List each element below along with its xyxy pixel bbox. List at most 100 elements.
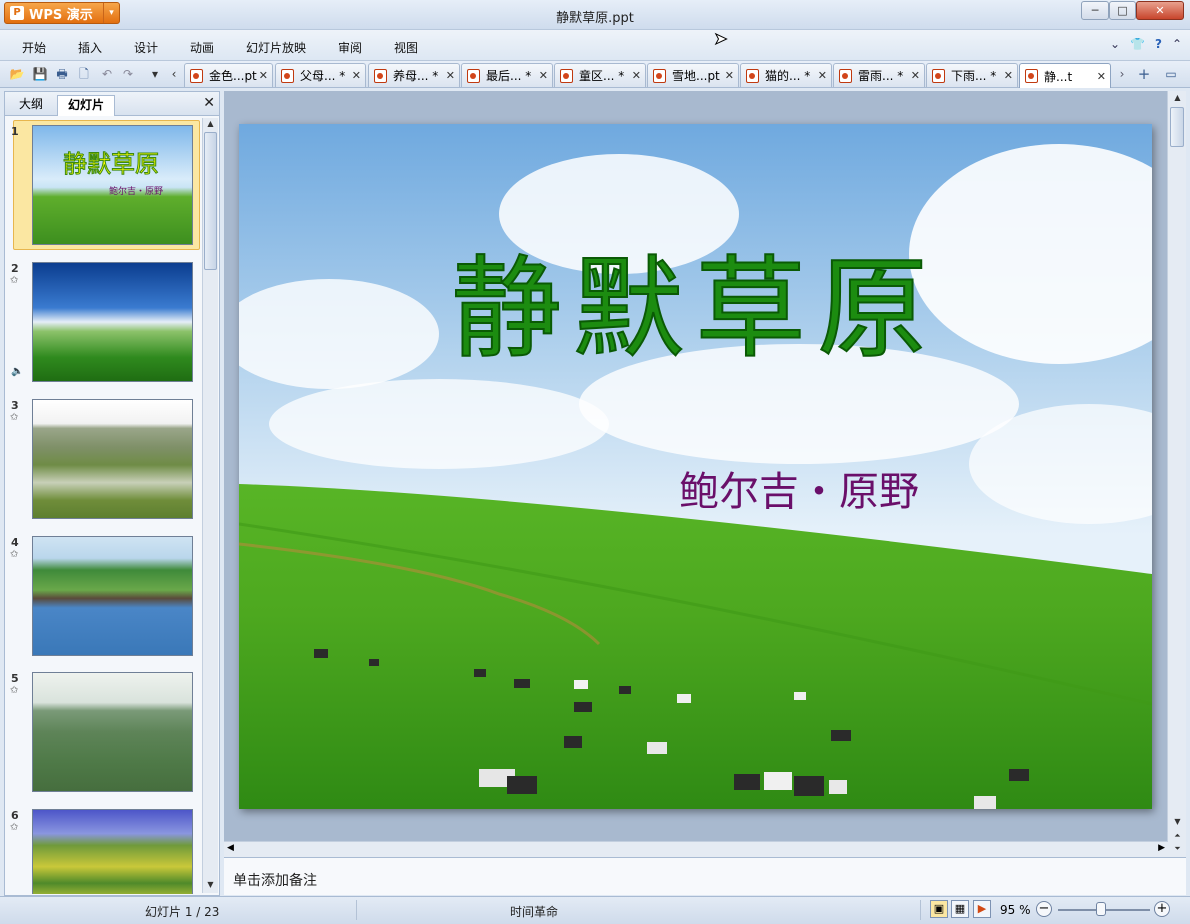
slide-thumb-image xyxy=(32,536,193,656)
slide-thumbnail-4[interactable]: 4 ✩ xyxy=(5,536,201,658)
redo-icon[interactable]: ↷ xyxy=(120,66,136,82)
menu-slideshow[interactable]: 幻灯片放映 xyxy=(246,39,306,56)
close-tab-icon[interactable]: ✕ xyxy=(725,69,734,82)
panel-tabs: 大纲 幻灯片 ✕ xyxy=(5,92,219,116)
minimize-button[interactable]: ─ xyxy=(1081,1,1109,20)
scrollbar-thumb[interactable] xyxy=(1170,107,1184,147)
doc-tab[interactable]: 最后... * ✕ xyxy=(461,63,553,87)
doc-tab-label: 猫的... * xyxy=(765,69,811,83)
slide-vertical-scrollbar[interactable]: ▲ ▼ ⏶ ⏷ xyxy=(1167,91,1186,857)
zoom-level[interactable]: 95 % xyxy=(1000,903,1031,917)
chevron-down-icon[interactable]: ⌄ xyxy=(1110,37,1120,51)
doc-tab[interactable]: 猫的... * ✕ xyxy=(740,63,832,87)
new-tab-icon[interactable]: + xyxy=(1136,66,1152,82)
document-tab-bar: 📂 💾 🖶 🗋 ↶ ↷ ▾ ‹ 金色...pt ✕ 父母... * ✕ 养母..… xyxy=(0,61,1190,88)
open-folder-icon[interactable]: 📂 xyxy=(9,66,25,82)
slide-thumbnail-1[interactable]: 1 静默草原 鲍尔吉・原野 xyxy=(5,125,201,247)
mouse-cursor-icon: ➤ xyxy=(713,29,728,49)
slide-thumbnail-6[interactable]: 6 ✩ xyxy=(5,809,201,894)
close-tab-icon[interactable]: ✕ xyxy=(446,69,455,82)
normal-view-icon[interactable]: ▣ xyxy=(930,900,948,918)
slide-thumbnail-2[interactable]: 2 ✩ 🔈 xyxy=(5,262,201,384)
ppt-file-icon xyxy=(932,68,945,83)
close-tab-icon[interactable]: ✕ xyxy=(911,69,920,82)
close-tab-icon[interactable]: ✕ xyxy=(818,69,827,82)
slide-edit-area: 静默草原 鲍尔吉・原野 xyxy=(224,91,1186,857)
close-tab-icon[interactable]: ✕ xyxy=(632,69,641,82)
help-icon[interactable]: ? xyxy=(1155,37,1162,51)
doc-tab-label: 下雨... * xyxy=(951,69,997,83)
slideshow-view-icon[interactable]: ▶ xyxy=(973,900,991,918)
slide-thumb-image xyxy=(32,399,193,519)
undo-icon[interactable]: ↶ xyxy=(99,66,115,82)
tab-slides[interactable]: 幻灯片 xyxy=(57,95,115,116)
previous-slide-icon[interactable]: ⏶ xyxy=(1170,831,1185,843)
slide-sorter-view-icon[interactable]: ▦ xyxy=(951,900,969,918)
close-tab-icon[interactable]: ✕ xyxy=(1004,69,1013,82)
tab-scroll-left-icon[interactable]: ‹ xyxy=(166,66,182,82)
close-panel-icon[interactable]: ✕ xyxy=(203,95,215,111)
menu-animation[interactable]: 动画 xyxy=(190,39,214,56)
window-title: 静默草原.ppt xyxy=(556,11,634,26)
slide-horizontal-scrollbar[interactable]: ◀ ▶ xyxy=(224,841,1168,857)
menu-review[interactable]: 审阅 xyxy=(338,39,362,56)
menu-view[interactable]: 视图 xyxy=(394,39,418,56)
zoom-out-icon[interactable]: − xyxy=(1036,901,1052,917)
print-icon[interactable]: 🖶 xyxy=(54,66,70,82)
scroll-down-arrow-icon[interactable]: ▼ xyxy=(1170,817,1185,829)
collapse-ribbon-icon[interactable]: ⌃ xyxy=(1172,37,1182,51)
notes-placeholder[interactable]: 单击添加备注 xyxy=(233,870,317,890)
doc-tab[interactable]: 金色...pt ✕ xyxy=(184,63,273,87)
notes-pane[interactable]: 单击添加备注 xyxy=(224,857,1186,895)
slide-thumbnail-3[interactable]: 3 ✩ xyxy=(5,399,201,521)
doc-tab[interactable]: 雪地...pt ✕ xyxy=(647,63,739,87)
tab-list-icon[interactable]: ▭ xyxy=(1163,66,1179,82)
doc-tab-label: 静...t xyxy=(1044,69,1073,84)
next-slide-icon[interactable]: ⏷ xyxy=(1170,844,1185,856)
close-tab-icon[interactable]: ✕ xyxy=(539,69,548,82)
title-bar: P WPS 演示 ▾ 静默草原.ppt ─ □ ✕ xyxy=(0,0,1190,30)
slide-number: 1 xyxy=(11,125,19,138)
doc-tab[interactable]: 父母... * ✕ xyxy=(275,63,366,87)
close-tab-icon[interactable]: ✕ xyxy=(1097,70,1106,83)
doc-tab-active[interactable]: 静...t ✕ xyxy=(1019,63,1111,88)
slide-number: 3 xyxy=(11,399,19,412)
thumbnail-scrollbar[interactable]: ▲ ▼ xyxy=(202,118,218,893)
menu-home[interactable]: 开始 xyxy=(22,39,46,56)
close-tab-icon[interactable]: ✕ xyxy=(352,69,361,82)
scroll-left-arrow-icon[interactable]: ◀ xyxy=(227,843,234,853)
menu-insert[interactable]: 插入 xyxy=(78,39,102,56)
slide-counter: 幻灯片 1 / 23 xyxy=(145,905,220,919)
scrollbar-thumb[interactable] xyxy=(204,132,217,270)
menu-design[interactable]: 设计 xyxy=(134,39,158,56)
status-divider xyxy=(920,900,921,920)
doc-tab-label: 养母... * xyxy=(393,69,439,83)
tab-scroll-right-icon[interactable]: › xyxy=(1114,66,1130,82)
doc-tab[interactable]: 下雨... * ✕ xyxy=(926,63,1018,87)
slide-thumbnail-5[interactable]: 5 ✩ xyxy=(5,672,201,794)
shirt-icon[interactable]: 👕 xyxy=(1130,37,1145,51)
zoom-in-icon[interactable]: + xyxy=(1154,901,1170,917)
slide-subtitle[interactable]: 鲍尔吉・原野 xyxy=(679,459,919,517)
scroll-up-arrow-icon[interactable]: ▲ xyxy=(203,119,218,131)
print-preview-icon[interactable]: 🗋 xyxy=(76,66,92,82)
zoom-slider-knob[interactable] xyxy=(1096,902,1107,916)
doc-tab[interactable]: 童区... * ✕ xyxy=(554,63,646,87)
close-window-button[interactable]: ✕ xyxy=(1136,1,1184,20)
current-slide[interactable]: 静默草原 鲍尔吉・原野 xyxy=(239,124,1152,809)
scroll-up-arrow-icon[interactable]: ▲ xyxy=(1170,93,1185,105)
close-tab-icon[interactable]: ✕ xyxy=(259,69,268,82)
doc-tab[interactable]: 养母... * ✕ xyxy=(368,63,460,87)
slide-title[interactable]: 静默草原 xyxy=(239,219,1152,379)
scroll-right-arrow-icon[interactable]: ▶ xyxy=(1158,843,1165,853)
save-icon[interactable]: 💾 xyxy=(32,66,48,82)
customize-toolbar-icon[interactable]: ▾ xyxy=(147,66,163,82)
doc-tab[interactable]: 雷雨... * ✕ xyxy=(833,63,925,87)
status-divider xyxy=(356,900,357,920)
ppt-file-icon xyxy=(746,68,759,83)
thumb-subtitle: 鲍尔吉・原野 xyxy=(109,187,164,197)
ppt-file-icon xyxy=(190,68,203,83)
maximize-button[interactable]: □ xyxy=(1109,1,1136,20)
tab-outline[interactable]: 大纲 xyxy=(9,95,53,116)
scroll-down-arrow-icon[interactable]: ▼ xyxy=(203,880,218,892)
